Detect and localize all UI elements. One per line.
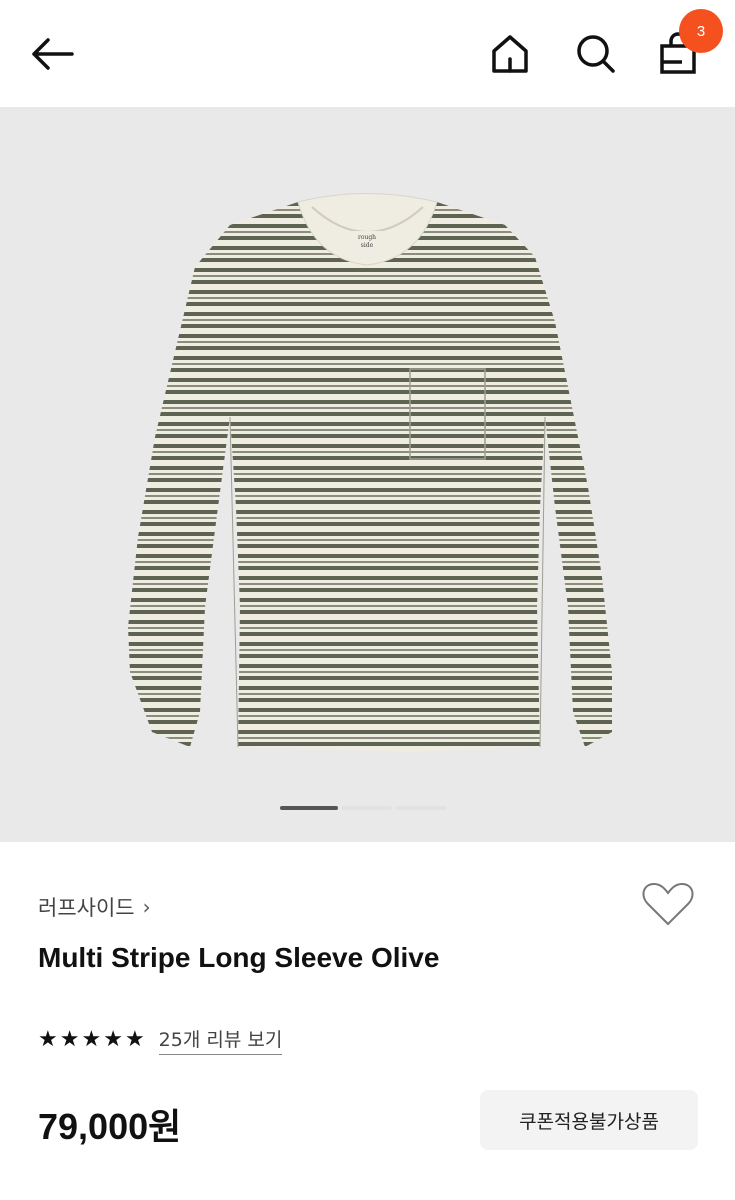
back-arrow-icon [32, 38, 74, 70]
pagination-dot-active [280, 806, 338, 810]
wishlist-button[interactable] [640, 880, 700, 932]
product-info: 러프사이드 › Multi Stripe Long Sleeve Olive ★… [0, 842, 735, 1200]
star-icon: ★ [81, 1027, 102, 1052]
star-icon: ★ [124, 1027, 145, 1052]
star-icon: ★ [59, 1027, 80, 1052]
product-title: Multi Stripe Long Sleeve Olive [38, 942, 440, 973]
product-price: 79,000원 [38, 1106, 182, 1147]
rating-row: ★ ★ ★ ★ ★ 25개 리뷰 보기 [38, 1025, 283, 1055]
search-button[interactable] [566, 24, 626, 84]
back-button[interactable] [22, 24, 82, 84]
heart-icon [642, 882, 694, 926]
top-app-bar: 3 [0, 0, 735, 107]
pagination-dot [342, 806, 392, 810]
gallery-pagination [280, 806, 455, 810]
brand-name: 러프사이드 [38, 896, 135, 920]
product-image-gallery[interactable]: rough side [0, 107, 735, 842]
star-icon: ★ [103, 1027, 123, 1052]
svg-text:side: side [361, 242, 374, 249]
chevron-right-icon: › [142, 895, 151, 919]
svg-text:rough: rough [358, 234, 376, 241]
coupon-status-button[interactable]: 쿠폰적용불가상품 [480, 1090, 698, 1150]
brand-link[interactable]: 러프사이드 › [38, 892, 151, 922]
home-icon [492, 35, 528, 73]
review-link[interactable]: 25개 리뷰 보기 [158, 1025, 283, 1055]
cart-count-badge: 3 [679, 9, 723, 53]
search-icon [577, 35, 615, 73]
home-button[interactable] [480, 24, 540, 84]
star-icon: ★ [38, 1027, 58, 1052]
star-rating: ★ ★ ★ ★ ★ [38, 1029, 145, 1051]
product-image: rough side [128, 193, 612, 752]
pagination-dot [396, 806, 446, 810]
